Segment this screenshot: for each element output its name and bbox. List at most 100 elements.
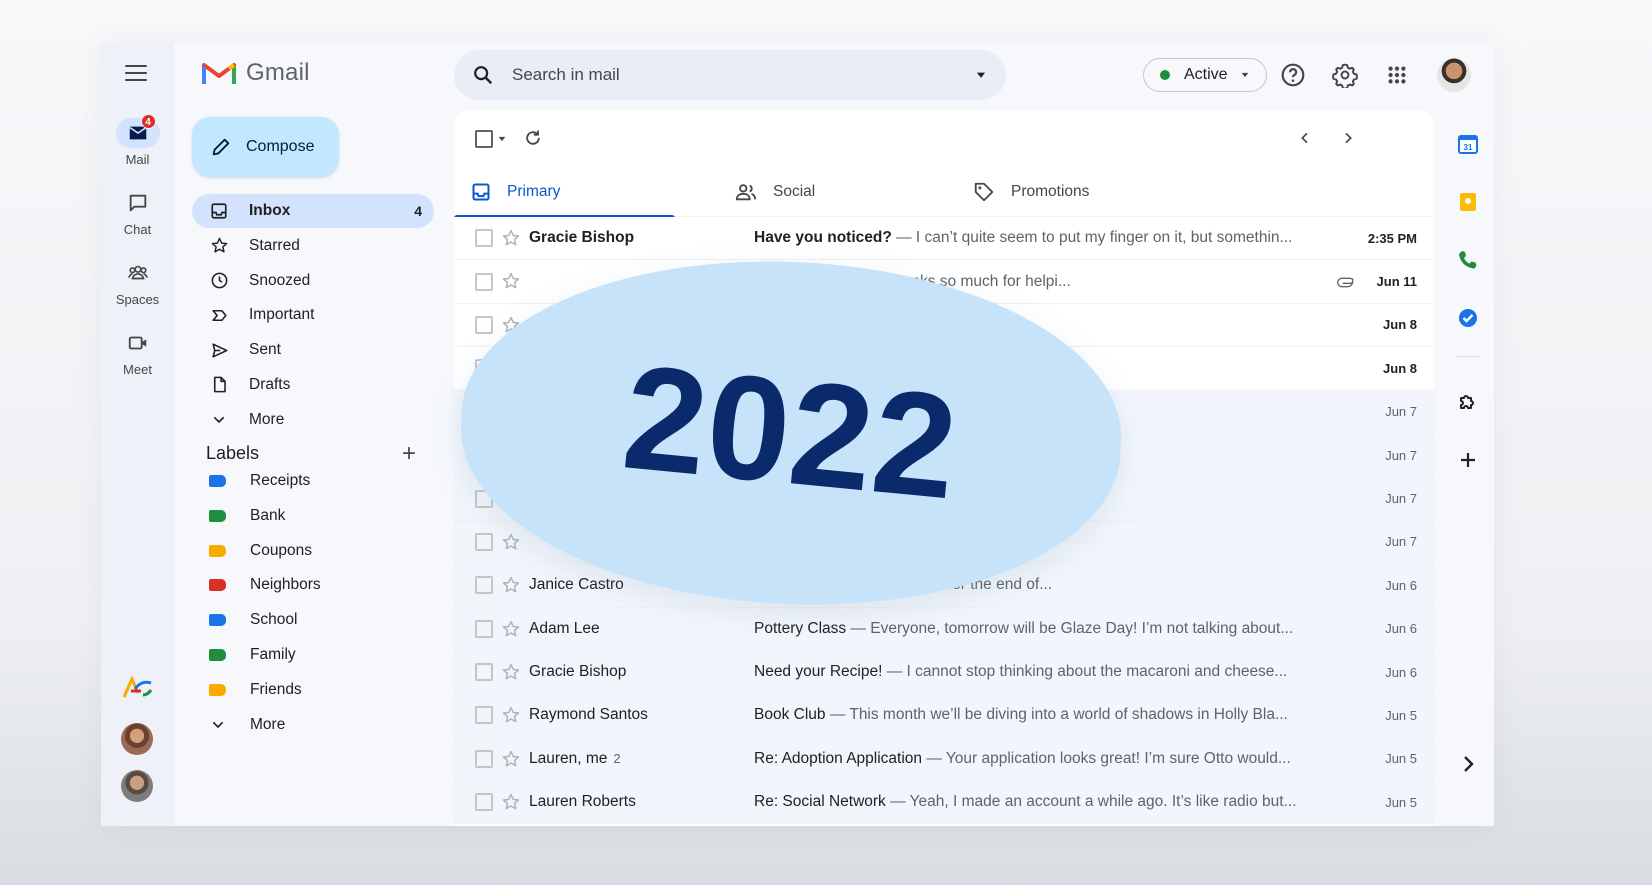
row-checkbox[interactable] — [475, 315, 493, 334]
row-checkbox[interactable] — [475, 272, 493, 291]
status-dot-icon — [1160, 70, 1170, 80]
compose-button[interactable]: Compose — [192, 117, 339, 177]
email-sender: Lauren, me 2 — [529, 749, 621, 767]
rail-item-mail[interactable]: 4 Mail — [101, 114, 174, 167]
tab-label: Primary — [507, 182, 561, 200]
nav-item-inbox[interactable]: Inbox 4 — [192, 194, 434, 228]
nav-item-label: More — [249, 410, 285, 428]
row-checkbox[interactable] — [475, 663, 493, 682]
star-icon[interactable] — [501, 575, 521, 600]
account-avatar[interactable] — [1437, 58, 1471, 92]
tab-promotions[interactable]: Promotions — [973, 166, 1089, 217]
select-options-icon[interactable] — [497, 134, 507, 144]
caret-down-icon — [1241, 72, 1248, 78]
email-snippet: — Everyone, tomorrow will be Glaze Day! … — [846, 619, 1294, 637]
tab-primary[interactable]: Primary — [454, 166, 675, 218]
voice-call-icon[interactable] — [1456, 248, 1480, 272]
label-item[interactable]: Friends — [192, 673, 434, 707]
add-label-button[interactable]: + — [402, 441, 416, 465]
star-icon[interactable] — [501, 662, 521, 687]
label-item[interactable]: Neighbors — [192, 568, 434, 602]
label-item[interactable]: Family — [192, 638, 434, 672]
status-selector[interactable]: Active — [1143, 58, 1267, 92]
row-checkbox[interactable] — [475, 793, 493, 812]
settings-gear-icon[interactable] — [1330, 60, 1360, 90]
row-checkbox[interactable] — [475, 576, 493, 595]
star-icon[interactable] — [501, 271, 521, 296]
email-date: Jun 5 — [1385, 751, 1417, 767]
row-checkbox[interactable] — [475, 706, 493, 725]
mail-icon: 4 — [115, 114, 160, 148]
label-item[interactable]: Bank — [192, 499, 434, 533]
nav-item-drafts[interactable]: Drafts — [192, 368, 434, 402]
labels-more[interactable]: More — [192, 708, 434, 742]
tab-social[interactable]: Social — [735, 166, 815, 217]
star-icon[interactable] — [501, 228, 521, 253]
nav-item-label: Important — [249, 306, 315, 324]
nav-item-important[interactable]: Important — [192, 298, 434, 332]
label-item[interactable]: Coupons — [192, 534, 434, 568]
label-tag-icon — [209, 544, 226, 557]
refresh-icon[interactable] — [523, 128, 543, 148]
tag-icon — [974, 182, 994, 201]
email-row[interactable]: Gracie Bishop Have you noticed? — I can’t… — [454, 217, 1434, 261]
email-date: Jun 7 — [1385, 534, 1417, 550]
email-snippet: — This month we’ll be diving into a worl… — [825, 706, 1288, 724]
search-input[interactable]: Search in mail — [512, 65, 620, 85]
help-icon[interactable] — [1278, 60, 1308, 90]
nav-item-more[interactable]: More — [192, 403, 434, 437]
star-icon[interactable] — [501, 749, 521, 774]
email-row[interactable]: Lauren Roberts Re: Social Network — Yeah,… — [454, 781, 1434, 825]
label-item[interactable]: Receipts — [192, 464, 434, 498]
email-preview: Book Club — This month we’ll be diving i… — [754, 706, 1299, 724]
tasks-icon[interactable] — [1456, 306, 1480, 330]
tab-label: Social — [773, 182, 816, 200]
labels-list: Receipts Bank Coupons Neighbors School F… — [192, 464, 434, 742]
nav-item-starred[interactable]: Starred — [192, 229, 434, 263]
calendar-icon[interactable]: 31 — [1456, 132, 1480, 156]
email-subject: Book Club — [754, 706, 826, 724]
get-addons-plus-icon[interactable] — [1456, 448, 1480, 472]
email-date: Jun 5 — [1385, 794, 1417, 810]
contact-avatar[interactable] — [121, 723, 153, 755]
contact-avatar[interactable] — [121, 770, 153, 802]
row-checkbox[interactable] — [475, 619, 493, 638]
star-icon[interactable] — [501, 532, 521, 557]
star-icon[interactable] — [501, 792, 521, 817]
older-page-icon[interactable] — [1340, 130, 1356, 146]
email-row[interactable]: Gracie Bishop Need your Recipe! — I canno… — [454, 650, 1434, 695]
search-icon[interactable] — [472, 64, 494, 86]
label-name: Friends — [250, 680, 302, 698]
row-checkbox[interactable] — [475, 532, 493, 551]
nav-item-sent[interactable]: Sent — [192, 333, 434, 367]
rail-item-chat[interactable]: Chat — [101, 188, 174, 237]
email-snippet: — Your application looks great! I’m sure… — [922, 749, 1291, 767]
main-menu-icon[interactable] — [125, 65, 147, 81]
search-bar[interactable]: Search in mail — [454, 50, 1006, 100]
spaces-icon — [116, 258, 160, 288]
email-sender: Lauren Roberts — [529, 793, 636, 811]
search-options-icon[interactable] — [974, 68, 988, 82]
email-row[interactable]: Lauren, me 2 Re: Adoption Application — Yo… — [454, 737, 1434, 782]
rail-item-spaces[interactable]: Spaces — [101, 258, 174, 307]
row-checkbox[interactable] — [475, 749, 493, 768]
expand-panel-chevron-icon[interactable] — [1456, 752, 1480, 776]
newer-page-icon[interactable] — [1297, 130, 1313, 146]
email-row[interactable]: Adam Lee Pottery Class — Everyone, tomorr… — [454, 607, 1434, 651]
apps-grid-icon[interactable] — [1382, 60, 1412, 90]
email-date: Jun 7 — [1385, 447, 1417, 463]
label-item[interactable]: School — [192, 603, 434, 637]
star-icon[interactable] — [501, 705, 521, 730]
gmail-logo[interactable]: Gmail — [202, 59, 310, 87]
label-name: Bank — [250, 506, 286, 524]
email-row[interactable]: Raymond Santos Book Club — This month we’… — [454, 694, 1434, 738]
addons-puzzle-icon[interactable] — [1456, 390, 1480, 414]
rail-item-meet[interactable]: Meet — [101, 328, 174, 377]
select-all-checkbox[interactable] — [475, 130, 493, 148]
nav-item-snoozed[interactable]: Snoozed — [192, 264, 434, 298]
row-checkbox[interactable] — [475, 229, 493, 248]
keep-notes-icon[interactable] — [1456, 190, 1480, 214]
star-icon[interactable] — [501, 619, 521, 644]
app-logo-icon[interactable] — [121, 673, 155, 703]
email-snippet: — Yeah, I made an account a while ago. I… — [885, 793, 1297, 811]
